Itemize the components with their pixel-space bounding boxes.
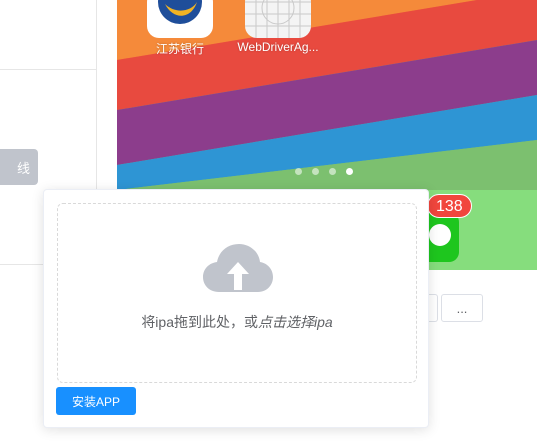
page-dot-active — [346, 168, 353, 175]
page-indicator — [295, 168, 353, 175]
bank-icon[interactable] — [147, 0, 213, 38]
screen: 线 江苏银行 WebDriverAg... 138 ... 将ipa拖到此处，或… — [0, 0, 541, 442]
messages-bubble-icon — [429, 224, 451, 246]
more-button-label: ... — [456, 300, 468, 316]
cloud-upload-icon — [203, 244, 273, 292]
notification-badge: 138 — [427, 194, 472, 218]
select-ipa-link[interactable]: 点击选择ipa — [258, 314, 333, 330]
page-dot — [329, 168, 336, 175]
dropzone-text: 将ipa拖到此处，或点击选择ipa — [58, 312, 416, 332]
page-dot — [312, 168, 319, 175]
wallpaper: 江苏银行 WebDriverAg... — [117, 0, 537, 190]
app-label-bank: 江苏银行 — [155, 42, 204, 56]
dropzone-text-prefix: 将ipa拖到此处，或 — [141, 314, 258, 330]
ipa-dropzone[interactable]: 将ipa拖到此处，或点击选择ipa — [57, 203, 417, 383]
divider — [0, 69, 97, 70]
more-button[interactable]: ... — [441, 294, 483, 322]
offline-button[interactable]: 线 — [0, 149, 38, 185]
upload-popover: 将ipa拖到此处，或点击选择ipa 安装APP — [43, 189, 429, 428]
offline-button-label: 线 — [16, 160, 30, 176]
webdriveragent-icon[interactable] — [245, 0, 311, 38]
page-dot — [295, 168, 302, 175]
app-label-webdriveragent: WebDriverAg... — [237, 40, 319, 54]
install-app-button[interactable]: 安装APP — [56, 387, 136, 415]
